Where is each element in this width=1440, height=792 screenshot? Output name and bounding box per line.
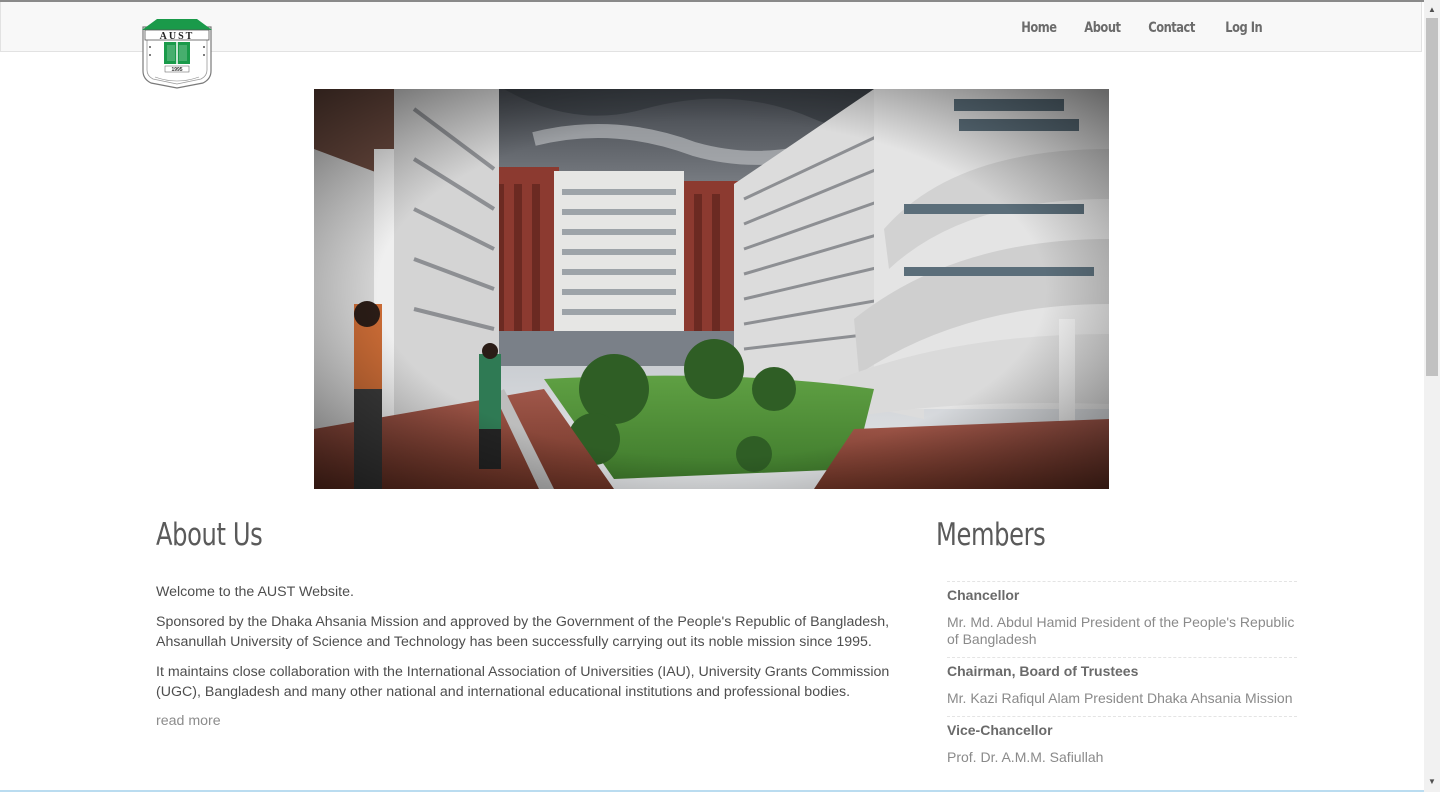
- member-item: Chancellor Mr. Md. Abdul Hamid President…: [947, 581, 1297, 648]
- campus-hero-image: [314, 89, 1109, 489]
- navbar: Home About Contact Log In: [0, 2, 1422, 52]
- about-title: About Us: [156, 517, 263, 553]
- about-paragraph-sponsor: Sponsored by the Dhaka Ahsania Mission a…: [156, 614, 890, 650]
- member-item: Vice-Chancellor Prof. Dr. A.M.M. Safiull…: [947, 716, 1297, 766]
- scroll-thumb[interactable]: [1426, 18, 1438, 376]
- page-scrollbar[interactable]: ▲ ▼: [1424, 0, 1440, 792]
- member-name: Mr. Kazi Rafiqul Alam President Dhaka Ah…: [947, 690, 1293, 706]
- nav-home-link[interactable]: Home: [1009, 4, 1069, 52]
- about-paragraph-collaboration: It maintains close collaboration with th…: [156, 664, 890, 700]
- member-role: Vice-Chancellor: [947, 722, 1053, 738]
- members-list: Chancellor Mr. Md. Abdul Hamid President…: [947, 581, 1297, 775]
- nav-login-link[interactable]: Log In: [1213, 4, 1275, 52]
- scroll-up-arrow-icon[interactable]: ▲: [1424, 2, 1440, 18]
- logo-wordmark: AUST: [160, 31, 195, 42]
- member-name: Prof. Dr. A.M.M. Safiullah: [947, 749, 1104, 765]
- campus-photo: [314, 89, 1109, 489]
- member-role: Chancellor: [947, 587, 1020, 603]
- member-item: Chairman, Board of Trustees Mr. Kazi Raf…: [947, 657, 1297, 707]
- members-title: Members: [936, 517, 1046, 553]
- member-name: Mr. Md. Abdul Hamid President of the Peo…: [947, 614, 1295, 647]
- nav-contact-link[interactable]: Contact: [1136, 4, 1207, 52]
- aust-logo-icon: AUST 1995: [142, 19, 212, 89]
- about-text: Welcome to the AUST Website. Sponsored b…: [156, 582, 896, 730]
- about-paragraph-welcome: Welcome to the AUST Website.: [156, 584, 354, 600]
- member-role: Chairman, Board of Trustees: [947, 663, 1139, 679]
- read-more-link[interactable]: read more: [156, 713, 221, 729]
- logo-year: 1995: [171, 67, 182, 73]
- nav-links: Home About Contact Log In: [1009, 4, 1278, 52]
- nav-about-link[interactable]: About: [1072, 4, 1133, 52]
- aust-logo[interactable]: AUST 1995: [141, 17, 213, 89]
- scroll-down-arrow-icon[interactable]: ▼: [1424, 774, 1440, 790]
